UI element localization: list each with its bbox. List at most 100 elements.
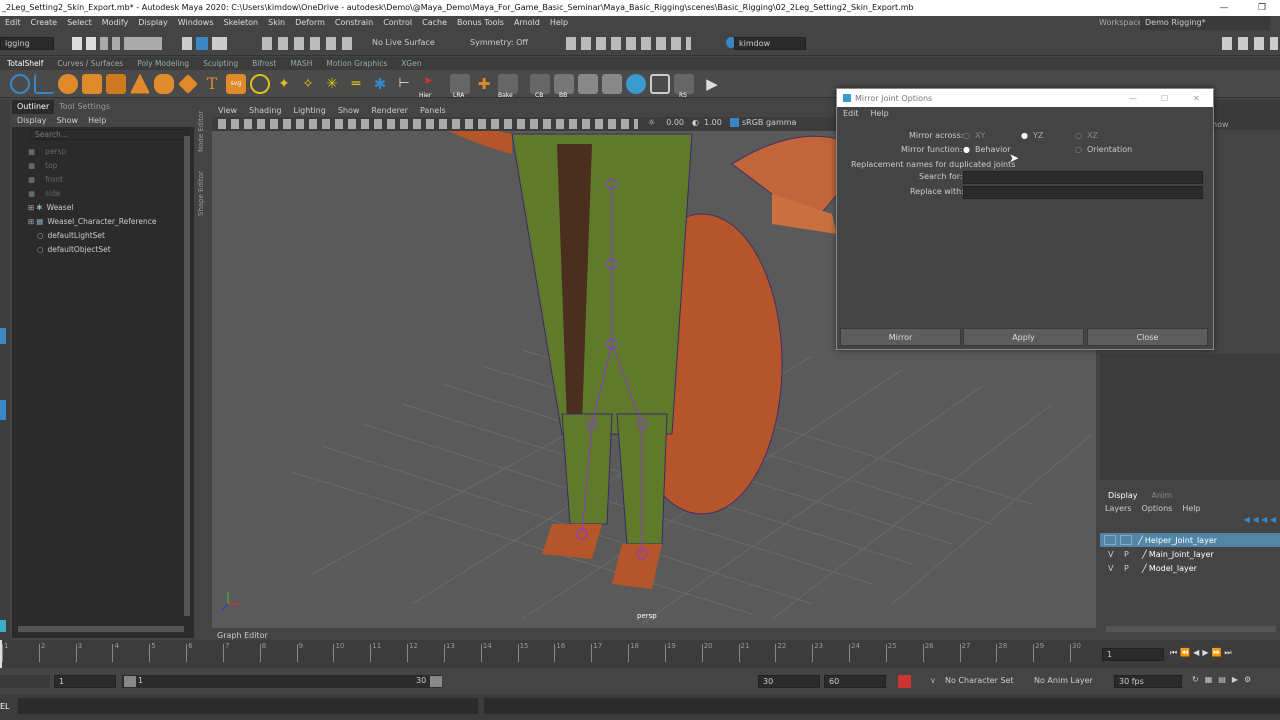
range-handle-start[interactable] bbox=[124, 676, 136, 687]
dialog-menu-edit[interactable]: Edit bbox=[837, 109, 865, 118]
outliner-item-default-light-set[interactable]: ○ defaultLightSet bbox=[12, 228, 194, 242]
outliner-menu-display[interactable]: Display bbox=[12, 114, 52, 127]
dialog-close-icon[interactable]: ✕ bbox=[1193, 94, 1200, 103]
menu-arnold[interactable]: Arnold bbox=[509, 16, 545, 30]
live-surface-field[interactable]: No Live Surface bbox=[368, 37, 448, 50]
mirror-button[interactable]: Mirror bbox=[840, 328, 961, 346]
command-language-label[interactable]: EL bbox=[0, 702, 10, 711]
layer-playback-toggle[interactable]: P bbox=[1124, 550, 1136, 559]
gamma-icon[interactable]: ◐ bbox=[692, 118, 699, 127]
menu-control[interactable]: Control bbox=[378, 16, 417, 30]
exposure-value[interactable]: 0.00 bbox=[660, 118, 684, 127]
vp-menu-shading[interactable]: Shading bbox=[243, 104, 288, 117]
outliner-item-side[interactable]: ■ side bbox=[12, 186, 194, 200]
outliner-item-weasel-reference[interactable]: ⊞ ▦ Weasel_Character_Reference bbox=[12, 214, 194, 228]
skeleton-icon[interactable]: ✚ bbox=[474, 74, 494, 94]
vp-menu-renderer[interactable]: Renderer bbox=[365, 104, 414, 117]
layer-tool-icons[interactable]: ◀ ◀ ◀ ◀ bbox=[1100, 515, 1280, 527]
menu-bonus-tools[interactable]: Bonus Tools bbox=[452, 16, 509, 30]
anim-layer-dropdown[interactable]: No Anim Layer bbox=[1034, 676, 1093, 685]
viewport-tool-icons[interactable] bbox=[218, 119, 638, 129]
dialog-minimize-icon[interactable]: — bbox=[1129, 94, 1137, 103]
anim-end-field[interactable]: 60 bbox=[824, 675, 886, 688]
vp-menu-lighting[interactable]: Lighting bbox=[287, 104, 331, 117]
outliner-item-weasel[interactable]: ⊞ ✱ Weasel bbox=[12, 200, 194, 214]
layer-tab-display[interactable]: Display bbox=[1100, 491, 1146, 500]
joint-icon[interactable]: ✱ bbox=[370, 74, 390, 94]
cylinder-icon[interactable] bbox=[106, 73, 126, 94]
hier-button[interactable]: ➤ Hier bbox=[418, 74, 438, 99]
minimize-icon[interactable]: — bbox=[1206, 0, 1242, 16]
fps-dropdown[interactable]: 30 fps bbox=[1114, 675, 1182, 688]
layer-visibility-toggle[interactable]: V bbox=[1108, 564, 1120, 573]
bake-button[interactable]: Bake bbox=[498, 73, 518, 99]
outliner-search-input[interactable]: Search... bbox=[30, 129, 188, 140]
layer-row-main-joint[interactable]: V P ╱ Main_Joint_layer bbox=[1100, 547, 1280, 561]
bb-button[interactable]: BB bbox=[554, 73, 574, 99]
shelf-tab-motion-graphics[interactable]: Motion Graphics bbox=[319, 57, 394, 70]
quick-layout-icon[interactable] bbox=[0, 620, 6, 632]
restore-icon[interactable]: ❐ bbox=[1244, 0, 1280, 16]
menu-constrain[interactable]: Constrain bbox=[330, 16, 378, 30]
search-for-input[interactable] bbox=[963, 171, 1203, 184]
close-button[interactable]: Close bbox=[1087, 328, 1208, 346]
bounding-box-icon[interactable] bbox=[650, 73, 670, 94]
dialog-menu-help[interactable]: Help bbox=[865, 109, 895, 118]
radio-xz[interactable]: ○ bbox=[1075, 131, 1082, 140]
bend-icon[interactable]: ═ bbox=[346, 74, 366, 94]
vp-menu-panels[interactable]: Panels bbox=[414, 104, 452, 117]
radio-behavior-selected[interactable]: ● bbox=[963, 145, 970, 154]
layer-playback-toggle[interactable] bbox=[1120, 535, 1132, 545]
tab-tool-settings[interactable]: Tool Settings bbox=[54, 100, 115, 114]
sphere-blue-icon[interactable] bbox=[626, 73, 646, 94]
dialog-maximize-icon[interactable]: ☐ bbox=[1161, 94, 1168, 103]
replace-with-input[interactable] bbox=[963, 186, 1203, 199]
shelf-tab-sculpting[interactable]: Sculpting bbox=[196, 57, 245, 70]
eye-icon[interactable] bbox=[578, 73, 598, 94]
layer-visibility-toggle[interactable]: V bbox=[1108, 550, 1120, 559]
sphere-icon[interactable] bbox=[58, 73, 78, 94]
torus-icon[interactable] bbox=[154, 73, 174, 94]
menu-create[interactable]: Create bbox=[26, 16, 63, 30]
playback-controls-icon[interactable]: ⏮⏪◀▶⏩⏭ bbox=[1170, 648, 1235, 658]
shelf-tab-xgen[interactable]: XGen bbox=[394, 57, 428, 70]
graph-editor-label[interactable]: Graph Editor bbox=[217, 631, 268, 640]
menu-display[interactable]: Display bbox=[133, 16, 173, 30]
outliner-scrollbar[interactable] bbox=[184, 136, 190, 616]
outliner-menu-show[interactable]: Show bbox=[52, 114, 84, 127]
circle-icon[interactable] bbox=[10, 73, 30, 94]
shape-editor-tab[interactable]: Shape Editor bbox=[197, 171, 205, 216]
ik-handle-icon[interactable]: ✳ bbox=[322, 74, 342, 94]
grid-icon[interactable] bbox=[602, 73, 622, 94]
command-input[interactable] bbox=[18, 698, 478, 714]
character-set-dropdown[interactable]: No Character Set bbox=[945, 676, 1014, 685]
svg-icon[interactable]: svg bbox=[226, 73, 246, 94]
menu-modify[interactable]: Modify bbox=[97, 16, 134, 30]
selection-mode-icon[interactable] bbox=[182, 37, 227, 50]
radio-yz-selected[interactable]: ● bbox=[1021, 131, 1028, 140]
layer-h-scrollbar[interactable] bbox=[1106, 626, 1276, 632]
playback-options-icons[interactable]: ↻▦▤▶⚙ bbox=[1192, 675, 1257, 684]
radio-orientation[interactable]: ○ bbox=[1075, 145, 1082, 154]
time-slider[interactable]: 1 2 3 4 5 6 7 8 9 10 11 12 13 14 15 16 17 18 19 20 21 22 23 24 2… bbox=[0, 640, 1280, 668]
playback-start-field[interactable]: 1 bbox=[54, 675, 116, 688]
menu-cache[interactable]: Cache bbox=[417, 16, 452, 30]
gamma-value[interactable]: 1.00 bbox=[704, 118, 722, 127]
menu-windows[interactable]: Windows bbox=[173, 16, 219, 30]
current-time-marker[interactable] bbox=[0, 640, 2, 668]
color-management-icon[interactable] bbox=[730, 118, 739, 127]
shelf-tab-poly-modeling[interactable]: Poly Modeling bbox=[130, 57, 196, 70]
tab-outliner[interactable]: Outliner bbox=[12, 100, 55, 114]
auto-key-icon[interactable] bbox=[898, 675, 911, 688]
outliner-item-default-object-set[interactable]: ○ defaultObjectSet bbox=[12, 242, 194, 256]
layout-icon[interactable] bbox=[0, 400, 6, 420]
menu-skeleton[interactable]: Skeleton bbox=[219, 16, 264, 30]
vp-menu-view[interactable]: View bbox=[212, 104, 243, 117]
expand-icon[interactable]: ⊞ bbox=[28, 217, 34, 226]
layer-row-model[interactable]: V P ╱ Model_layer bbox=[1100, 561, 1280, 575]
user-dropdown[interactable]: kimdow bbox=[734, 37, 806, 50]
toolbox-active-icon[interactable] bbox=[0, 328, 6, 344]
render-tools-icon[interactable] bbox=[566, 37, 691, 50]
shelf-tab-curves-surfaces[interactable]: Curves / Surfaces bbox=[50, 57, 130, 70]
range-handle-end[interactable] bbox=[430, 676, 442, 687]
